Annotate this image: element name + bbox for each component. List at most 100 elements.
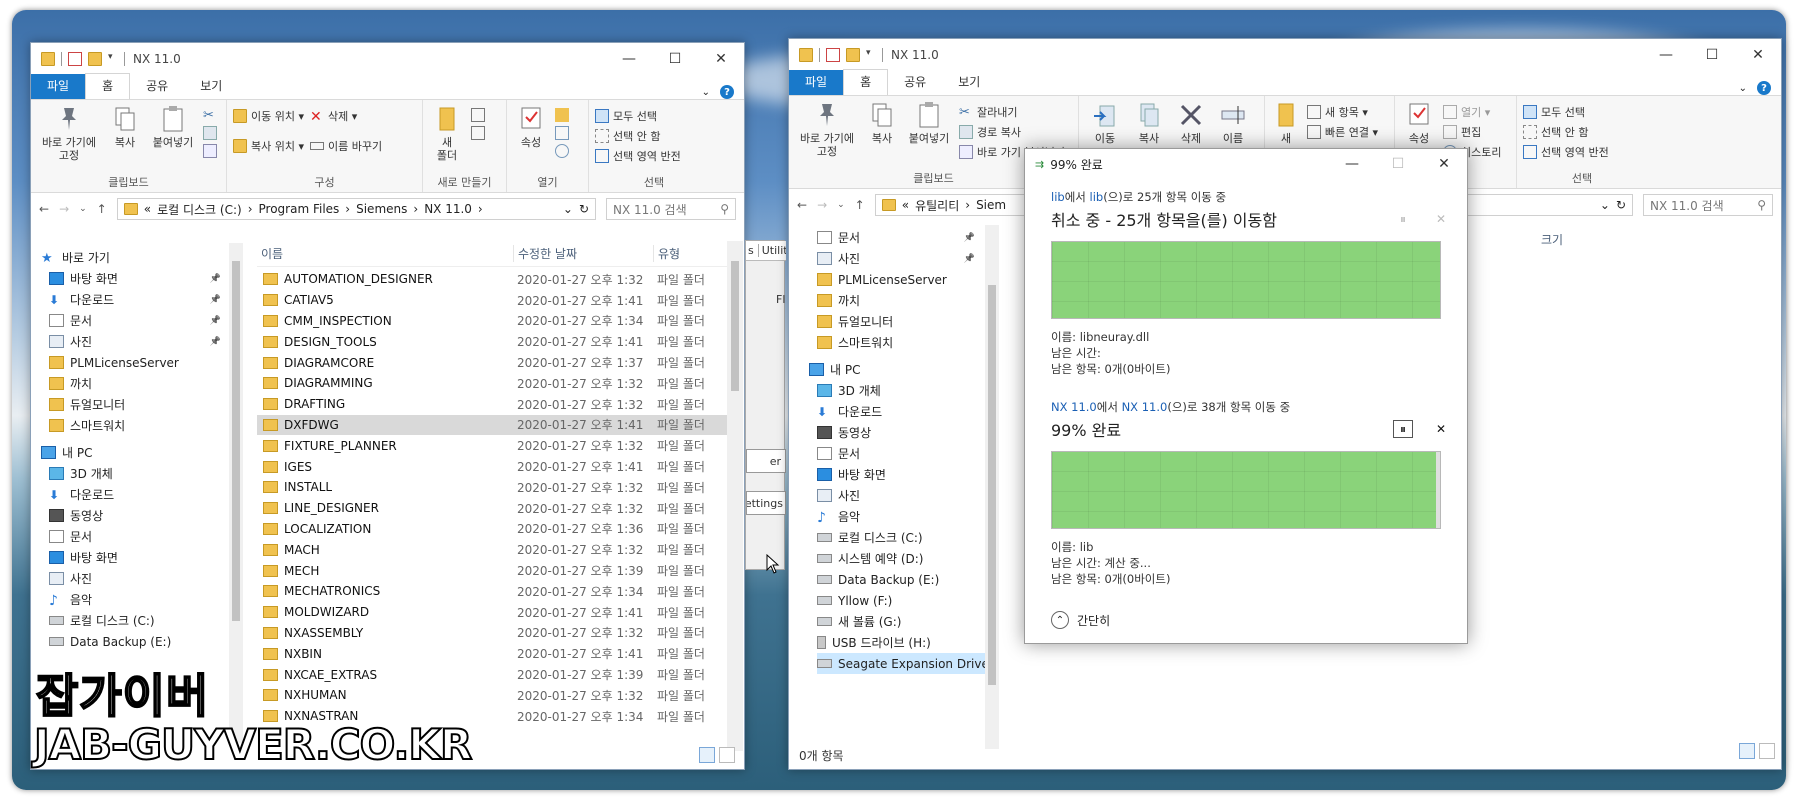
address-bar[interactable]: « 로컬 디스크 (C:) › Program Files › Siemens …	[116, 198, 596, 220]
tab-file[interactable]: 파일	[789, 70, 844, 95]
nav-item[interactable]: 새 볼륨 (G:)	[817, 611, 985, 632]
table-row[interactable]: MACH 2020-01-27 오후 1:32 파일 폴더	[257, 539, 737, 560]
close-button[interactable]: ✕	[698, 43, 744, 75]
breadcrumb-3[interactable]: Siemens	[356, 202, 407, 216]
table-row[interactable]: NXHUMAN 2020-01-27 오후 1:32 파일 폴더	[257, 685, 737, 706]
nav-item[interactable]: 내 PC	[809, 359, 985, 380]
select-none-button[interactable]: 선택 안 함	[1523, 124, 1609, 140]
nav-item[interactable]: 듀얼모니터	[817, 311, 985, 332]
search-input[interactable]: NX 11.0 검색 ⚲	[606, 198, 736, 220]
table-row[interactable]: DESIGN_TOOLS 2020-01-27 오후 1:41 파일 폴더	[257, 331, 737, 352]
table-row[interactable]: DXFDWG 2020-01-27 오후 1:41 파일 폴더	[257, 414, 737, 436]
table-row[interactable]: MOLDWIZARD 2020-01-27 오후 1:41 파일 폴더	[257, 602, 737, 623]
nav-item[interactable]: 문서 📌	[817, 227, 985, 248]
destination-link[interactable]: lib	[1090, 190, 1104, 204]
open-button[interactable]	[555, 108, 569, 122]
breadcrumb-0[interactable]: «	[902, 198, 909, 212]
nav-item[interactable]: 까치	[49, 373, 231, 394]
column-type[interactable]: 유형	[653, 245, 680, 262]
new-folder-button[interactable]: 새 폴더	[429, 104, 465, 174]
new-folder-icon[interactable]	[88, 52, 102, 66]
copy-path-button[interactable]: 경로 복사	[959, 124, 1065, 140]
close-button[interactable]: ✕	[1735, 39, 1781, 71]
tab-file[interactable]: 파일	[31, 74, 86, 99]
nav-item[interactable]: 사진	[49, 568, 231, 589]
tab-home[interactable]: 홈	[85, 73, 131, 99]
nav-item[interactable]: 로컬 디스크 (C:)	[49, 610, 231, 631]
pin-icon[interactable]: 📌	[210, 274, 221, 284]
select-none-button[interactable]: 선택 안 함	[595, 128, 681, 144]
properties-button[interactable]: 속성	[513, 104, 549, 174]
back-icon[interactable]: ←	[39, 202, 49, 216]
table-row[interactable]: INSTALL 2020-01-27 오후 1:32 파일 폴더	[257, 477, 737, 498]
pin-icon[interactable]: 📌	[964, 233, 975, 243]
destination-link[interactable]: NX 11.0	[1122, 400, 1168, 414]
table-row[interactable]: NXASSEMBLY 2020-01-27 오후 1:32 파일 폴더	[257, 623, 737, 644]
properties-icon[interactable]	[68, 52, 82, 66]
nav-item[interactable]: 바탕 화면 📌	[49, 268, 231, 289]
nav-item[interactable]: ♪ 음악	[49, 589, 231, 610]
nav-scrollbar[interactable]	[229, 243, 243, 743]
cut-button[interactable]: ✂	[203, 108, 217, 123]
column-size[interactable]: 크기	[1541, 231, 1563, 248]
table-row[interactable]: LINE_DESIGNER 2020-01-27 오후 1:32 파일 폴더	[257, 498, 737, 519]
nav-item[interactable]: 시스템 예약 (D:)	[817, 548, 985, 569]
minimize-button[interactable]: —	[1643, 39, 1689, 71]
pause-button[interactable]: ⏸	[1393, 420, 1413, 438]
source-link[interactable]: lib	[1051, 190, 1065, 204]
new-item-button[interactable]	[471, 108, 485, 122]
pin-icon[interactable]: 📌	[210, 337, 221, 347]
table-row[interactable]: DIAGRAMCORE 2020-01-27 오후 1:37 파일 폴더	[257, 352, 737, 373]
refresh-icon[interactable]: ↻	[1616, 198, 1626, 212]
table-row[interactable]: LOCALIZATION 2020-01-27 오후 1:36 파일 폴더	[257, 519, 737, 540]
nav-item[interactable]: 3D 개체	[817, 380, 985, 401]
minimize-button[interactable]: —	[1329, 149, 1375, 179]
nav-item[interactable]: 스마트워치	[817, 332, 985, 353]
table-row[interactable]: FIXTURE_PLANNER 2020-01-27 오후 1:32 파일 폴더	[257, 435, 737, 456]
nav-item[interactable]: Yllow (F:)	[817, 590, 985, 611]
pin-button[interactable]: 바로 가기에 고정	[795, 100, 859, 170]
copy-path-button[interactable]	[203, 126, 217, 140]
nav-item[interactable]: 문서	[817, 443, 985, 464]
nav-item[interactable]: Data Backup (E:)	[49, 631, 231, 652]
nav-item[interactable]: 문서	[49, 526, 231, 547]
new-item-button[interactable]: 새 항목 ▾	[1307, 104, 1378, 120]
chevron-down-icon[interactable]: ⌄	[702, 87, 710, 98]
nav-item[interactable]: 사진	[817, 485, 985, 506]
column-date[interactable]: 수정한 날짜	[513, 245, 653, 262]
breadcrumb-0[interactable]: «	[144, 202, 151, 216]
table-row[interactable]: IGES 2020-01-27 오후 1:41 파일 폴더	[257, 456, 737, 477]
history-button[interactable]	[555, 144, 569, 158]
pin-button[interactable]: 바로 가기에 고정	[37, 104, 101, 174]
nav-item[interactable]: 사진 📌	[49, 331, 231, 352]
large-icons-view-icon[interactable]	[1759, 743, 1775, 759]
chevron-down-icon[interactable]: ⌄	[1600, 198, 1610, 212]
easy-access-button[interactable]: 빠른 연결 ▾	[1307, 124, 1378, 140]
nav-item[interactable]: USB 드라이브 (H:)	[817, 632, 985, 653]
nav-scroll-thumb[interactable]	[988, 285, 996, 685]
nav-item[interactable]: 3D 개체	[49, 463, 231, 484]
maximize-button[interactable]: ☐	[1689, 39, 1735, 71]
forward-icon[interactable]: →	[59, 202, 69, 216]
tab-view[interactable]: 보기	[184, 74, 238, 99]
table-row[interactable]: DIAGRAMMING 2020-01-27 오후 1:32 파일 폴더	[257, 373, 737, 394]
nav-item[interactable]: 동영상	[49, 505, 231, 526]
nav-scroll-thumb[interactable]	[232, 261, 240, 621]
help-icon[interactable]: ?	[1757, 81, 1771, 95]
nav-item[interactable]: 듀얼모니터	[49, 394, 231, 415]
copy-button[interactable]: 복사	[865, 100, 899, 170]
chevron-down-icon[interactable]: ⌄	[1739, 83, 1747, 94]
rename-button[interactable]: 이름 바꾸기	[310, 138, 382, 154]
search-input[interactable]: NX 11.0 검색 ⚲	[1643, 194, 1773, 216]
properties-icon[interactable]	[826, 48, 840, 62]
bg-button-settings[interactable]: settings	[746, 491, 786, 515]
nav-item[interactable]: 로컬 디스크 (C:)	[817, 527, 985, 548]
table-row[interactable]: MECH 2020-01-27 오후 1:39 파일 폴더	[257, 560, 737, 581]
pin-icon[interactable]: 📌	[210, 316, 221, 326]
nav-item[interactable]: PLMLicenseServer	[49, 352, 231, 373]
nav-item[interactable]: 바탕 화면	[49, 547, 231, 568]
easy-access-button[interactable]	[471, 126, 485, 140]
table-row[interactable]: NXBIN 2020-01-27 오후 1:41 파일 폴더	[257, 643, 737, 664]
details-view-icon[interactable]	[699, 747, 715, 763]
up-icon[interactable]: ↑	[855, 198, 865, 212]
